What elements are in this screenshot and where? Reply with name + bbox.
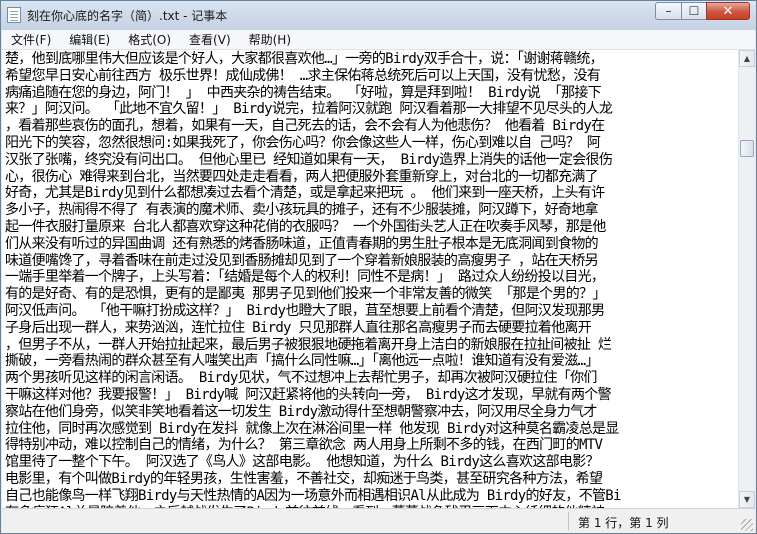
notepad-window: 刻在你心底的名字（简）.txt - 记事本 – ☐ ✕ 文件(F) 编辑(E) … <box>0 0 757 534</box>
text-editor[interactable]: 楚，他到底哪里伟大但应该是个好人，大家都很喜欢他…」一旁的Birdy双手合十，说… <box>2 50 738 508</box>
text-line[interactable]: 好奇，尤其是Birdy见到什么都想凑过去看个清楚，或是拿起来把玩 。 他们来到一… <box>5 185 738 202</box>
text-line[interactable]: 味道便嘴馋了，寻着香味在前走过没见到香肠摊却见到了一个穿着新娘服装的高瘦男子 ，… <box>5 253 738 270</box>
text-line[interactable]: 有的是好奇、有的是恐惧，更有的是鄙夷 那男子见到他们投来一个非常友善的微笑 「那… <box>5 286 738 303</box>
document-text[interactable]: 楚，他到底哪里伟大但应该是个好人，大家都很喜欢他…」一旁的Birdy双手合十，说… <box>2 50 738 508</box>
menu-file[interactable]: 文件(F) <box>2 31 60 48</box>
minimize-button[interactable]: – <box>655 2 682 20</box>
text-line[interactable]: 多小子，热闹得不得了 有表演的魔术师、卖小孩玩具的摊子，还有不少服装摊，阿汉蹲下… <box>5 202 738 219</box>
menu-view[interactable]: 查看(V) <box>180 31 240 48</box>
scroll-down-button[interactable]: ▼ <box>739 491 755 508</box>
text-line[interactable]: 来？」阿汉问。 「此地不宜久留！」 Birdy说完，拉着阿汉就跑 阿汉看着那一大… <box>5 101 738 118</box>
notepad-icon[interactable] <box>7 7 21 23</box>
close-button[interactable]: ✕ <box>706 2 750 20</box>
text-line[interactable]: 一端手里举着一个牌子，上头写着：「结婚是每个人的权利！同性不是病！」 路过众人纷… <box>5 269 738 286</box>
text-line[interactable]: 汉张了张嘴，终究没有问出口。 但他心里已 经知道如果有一天， Birdy造界上消… <box>5 152 738 169</box>
text-line[interactable]: 阿汉低声问。 「他干嘛打扮成这样？」 Birdy也瞪大了眼，苴至想要上前看个清楚… <box>5 303 738 320</box>
text-line[interactable]: 希望您早日安心前往西方 极乐世界！成仙成佛！ …求主保佑蒋总统死后可以上天国，没… <box>5 68 738 85</box>
text-line[interactable]: 得特别冲动，难以控制自己的情绪，为什么？ 第三章欲念 两人用身上所剩不多的钱，在… <box>5 437 738 454</box>
maximize-button[interactable]: ☐ <box>681 2 707 20</box>
text-line[interactable]: 电影里，有个叫做Birdy的年轻男孩，生性害羞，不善社交，却痴迷于鸟类，甚至研究… <box>5 471 738 488</box>
text-line[interactable]: 两个男孩听见这样的闲言闲语。 Birdy见状，气不过想冲上去帮忙男子，却再次被阿… <box>5 370 738 387</box>
scrollbar-thumb[interactable] <box>740 140 754 157</box>
status-bar: 第 1 行，第 1 列 <box>2 508 755 533</box>
window-controls: – ☐ ✕ <box>655 2 750 22</box>
title-bar[interactable]: 刻在你心底的名字（简）.txt - 记事本 – ☐ ✕ <box>1 1 756 30</box>
text-line[interactable]: 起一件衣服打量原来 台北人都喜欢穿这种花俏的衣服吗？ 一个外国街头艺人正在吹奏手… <box>5 219 738 236</box>
text-line[interactable]: 察站在他们身旁，似笑非笑地看着这一切发生 Birdy激动得什至想朝警察冲去，阿汉… <box>5 404 738 421</box>
menu-bar: 文件(F) 编辑(E) 格式(O) 查看(V) 帮助(H) <box>2 30 755 50</box>
text-line[interactable]: 病痛追随在您的身边，阿门！ 」 中西夹杂的祷告结束。 「好啦，算是拜到啦！ Bi… <box>5 85 738 102</box>
text-line[interactable]: 拉住他，同时再次感觉到 Birdy在发抖 就像上次在淋浴间里一样 他发现 Bir… <box>5 421 738 438</box>
text-line[interactable]: ，但男子不从，一群人开始拉扯起来，最后男子被狠狠地硬拖着离开身上洁白的新娘服在拉… <box>5 337 738 354</box>
text-line[interactable]: 干嘛这样对他？我要报警！」 Birdy喊 阿汉赶紧将他的头转向一旁， Birdy… <box>5 387 738 404</box>
menu-format[interactable]: 格式(O) <box>119 31 180 48</box>
text-line[interactable]: 楚，他到底哪里伟大但应该是个好人，大家都很喜欢他…」一旁的Birdy双手合十，说… <box>5 51 738 68</box>
menu-edit[interactable]: 编辑(E) <box>60 31 119 48</box>
text-line[interactable]: 心，很伤心 难得来到台北，当然要四处走走看看，两人把便服外套重新穿上，对台北的一… <box>5 169 738 186</box>
text-line[interactable]: ，看着那些哀伤的面孔，想着，如果有一天，自己死去的话，会不会有人为他悲伤？ 他看… <box>5 118 738 135</box>
menu-help[interactable]: 帮助(H) <box>240 31 300 48</box>
text-line[interactable]: 们从来没有听过的异国曲调 还有熟悉的烤香肠味道，正值青春期的男生肚子根本是无底洞… <box>5 236 738 253</box>
text-line[interactable]: 自己也能像鸟一样飞翔Birdy与天性热情的A因为一场意外而相遇相识Al从此成为 … <box>5 488 738 505</box>
text-line[interactable]: 馆里待了一整个下午。 阿汉选了《鸟人》这部电影。 他想知道，为什么 Birdy这… <box>5 454 738 471</box>
text-line[interactable]: 撕破，一旁看热闹的群众甚至有人嗤笑出声「搞什么同性嘛…」「离他远一点啦！谁知道有… <box>5 353 738 370</box>
cursor-position: 第 1 行，第 1 列 <box>578 516 669 530</box>
scroll-up-button[interactable]: ▲ <box>739 50 755 67</box>
vertical-scrollbar[interactable]: ▲ ▼ <box>738 50 755 508</box>
resize-grip-icon[interactable] <box>741 519 753 531</box>
status-divider <box>568 512 569 530</box>
text-line[interactable]: 子身后出现一群人，来势汹汹，连忙拉住 Birdy 只见那群人直往那名高瘦男子而去… <box>5 320 738 337</box>
text-line[interactable]: 阳光下的笑容，忽然很想问:如果我死了，你会伤心吗？你会像这些人一样，伤心到难以自… <box>5 135 738 152</box>
window-title: 刻在你心底的名字（简）.txt - 记事本 <box>27 9 228 23</box>
